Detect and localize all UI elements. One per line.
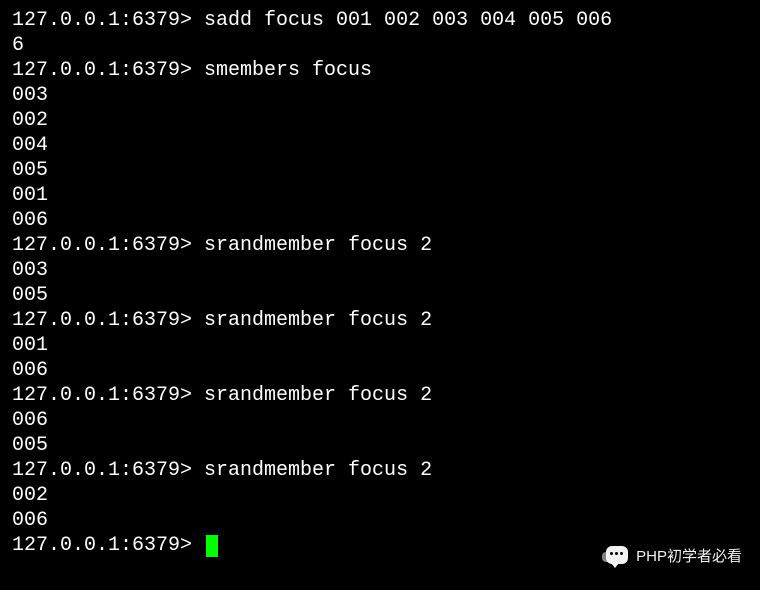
- command-text: sadd focus 001 002 003 004 005 006: [204, 9, 612, 32]
- command-text: srandmember focus 2: [204, 309, 432, 332]
- command-line: 127.0.0.1:6379> sadd focus 001 002 003 0…: [12, 8, 748, 33]
- terminal-output[interactable]: 127.0.0.1:6379> sadd focus 001 002 003 0…: [12, 8, 748, 558]
- command-text: srandmember focus 2: [204, 234, 432, 257]
- chat-bubble-icon: [602, 546, 628, 568]
- output-line: 005: [12, 158, 748, 183]
- output-line: 004: [12, 133, 748, 158]
- output-line: 006: [12, 408, 748, 433]
- output-line: 006: [12, 508, 748, 533]
- output-line: 6: [12, 33, 748, 58]
- command-text: srandmember focus 2: [204, 459, 432, 482]
- output-line: 005: [12, 283, 748, 308]
- command-text: smembers focus: [204, 59, 372, 82]
- command-text: srandmember focus 2: [204, 384, 432, 407]
- cursor: [206, 535, 218, 557]
- output-line: 003: [12, 258, 748, 283]
- prompt: 127.0.0.1:6379>: [12, 384, 204, 407]
- command-line: 127.0.0.1:6379> srandmember focus 2: [12, 233, 748, 258]
- prompt: 127.0.0.1:6379>: [12, 59, 204, 82]
- output-line: 006: [12, 208, 748, 233]
- watermark-text: PHP初学者必看: [636, 548, 742, 567]
- output-line: 003: [12, 83, 748, 108]
- output-line: 001: [12, 183, 748, 208]
- prompt: 127.0.0.1:6379>: [12, 234, 204, 257]
- prompt: 127.0.0.1:6379>: [12, 534, 204, 557]
- watermark: PHP初学者必看: [602, 546, 742, 568]
- command-line: 127.0.0.1:6379> srandmember focus 2: [12, 383, 748, 408]
- output-line: 005: [12, 433, 748, 458]
- command-line: 127.0.0.1:6379> srandmember focus 2: [12, 308, 748, 333]
- prompt: 127.0.0.1:6379>: [12, 9, 204, 32]
- output-line: 001: [12, 333, 748, 358]
- output-line: 002: [12, 483, 748, 508]
- output-line: 006: [12, 358, 748, 383]
- output-line: 002: [12, 108, 748, 133]
- command-line: 127.0.0.1:6379> smembers focus: [12, 58, 748, 83]
- prompt: 127.0.0.1:6379>: [12, 459, 204, 482]
- prompt: 127.0.0.1:6379>: [12, 309, 204, 332]
- command-line: 127.0.0.1:6379> srandmember focus 2: [12, 458, 748, 483]
